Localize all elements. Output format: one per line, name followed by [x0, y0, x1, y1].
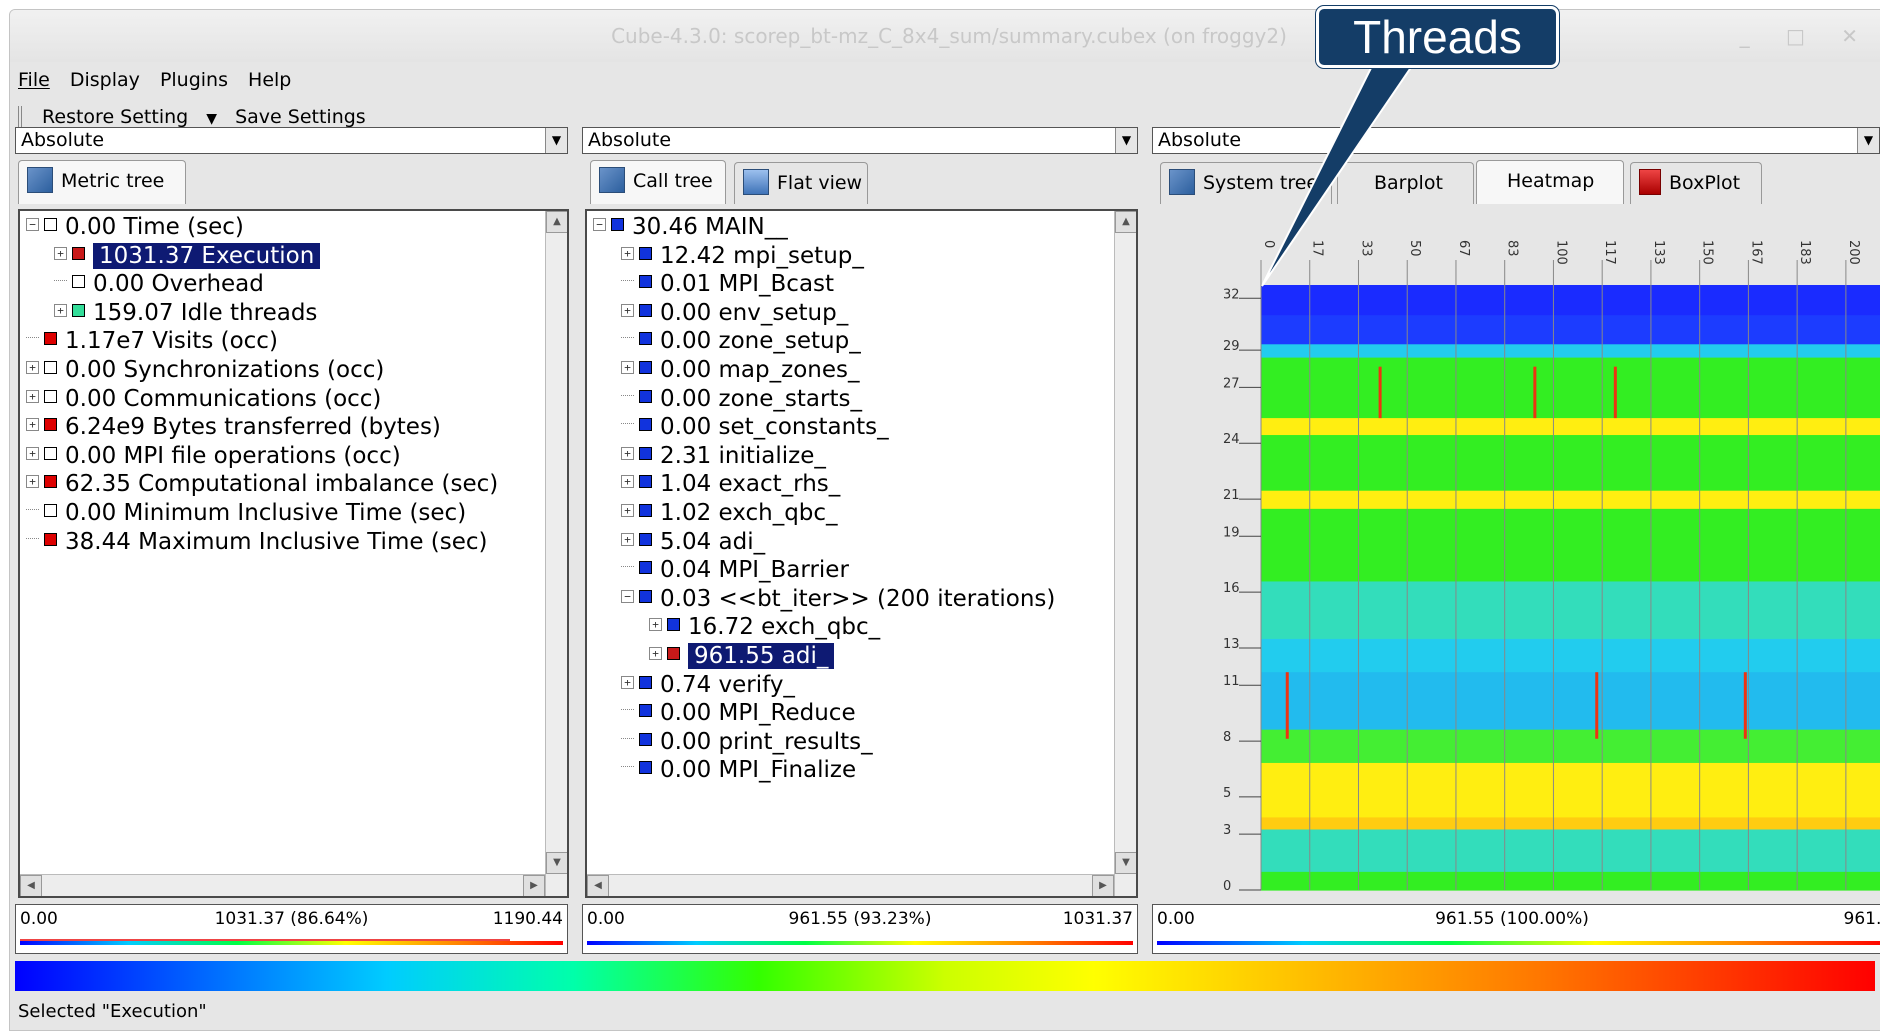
callout-pointer [1261, 65, 1414, 287]
threads-callout: Threads [1315, 5, 1560, 69]
callout-label: Threads [1353, 11, 1522, 63]
callout-arrow [1261, 65, 1414, 287]
